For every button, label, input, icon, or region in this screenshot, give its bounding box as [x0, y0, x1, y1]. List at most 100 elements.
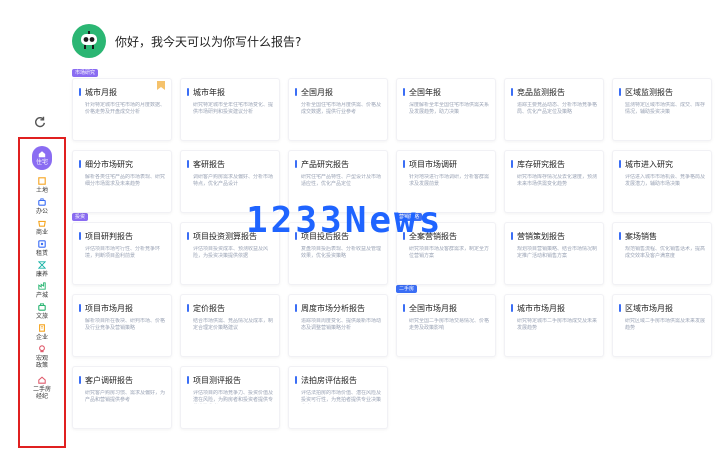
- assistant-avatar: [72, 24, 106, 58]
- report-card[interactable]: 全国市场月报 研究全国二手房市场交易情况、价格走势及政策影响: [396, 294, 496, 357]
- card-desc: 规范销售流程、优化销售话术，提高成交效率及客户满意度: [625, 246, 705, 259]
- sidebar-item-office[interactable]: 办公: [20, 198, 64, 215]
- report-card[interactable]: 城市市场月报 研究特定城市二手房市场成交及未来发展趋势: [504, 294, 604, 357]
- card-desc: 针对特定城市住宅市场的月度数据、价格走势及开盘成交分析: [85, 102, 165, 115]
- card-desc: 复盘项目投后表现、分析收益及管理效果，优化投资策略: [301, 246, 381, 259]
- home-icon: [38, 151, 46, 158]
- card-desc: 评估项目的市场竞争力、投资价值及潜在风险，为购房者和投资者提供专业决策参考: [193, 390, 273, 403]
- section-tag-second-hand: 二手房: [396, 285, 418, 293]
- card-title: 细分市场研究: [79, 159, 165, 170]
- card-desc: 评估项目投资成本、预测收益及风险，为投资决策提供依据: [193, 246, 269, 259]
- card-desc: 解析项目所在板块、研判市场、价格及行业竞争及营销策略: [85, 318, 165, 331]
- sidebar-item-macro-policy[interactable]: 宏观 政策: [20, 345, 64, 369]
- sidebar-item-label: 住宅: [35, 159, 48, 166]
- card-desc: 追踪主要竞品动态、分析市场竞争格局、优化产品定位及策略: [517, 102, 597, 115]
- report-card[interactable]: 全国月报 分析全国住宅市场月度供需、价格及成交数据，提供行业参考: [288, 78, 388, 141]
- sidebar-item-industry-city[interactable]: 产城: [20, 282, 64, 299]
- sidebar-item-label: 办公: [35, 208, 48, 215]
- card-title: 城市年报: [187, 87, 273, 98]
- card-desc: 研究项目市场及客群需求，制定全方位营销方案: [409, 246, 489, 259]
- sidebar-item-land[interactable]: 土地: [20, 177, 64, 194]
- commerce-icon: [38, 220, 46, 227]
- sidebar-item-label: 商业: [35, 229, 48, 236]
- sidebar-item-label: 企业: [35, 334, 48, 341]
- card-title: 库存研究报告: [511, 159, 597, 170]
- card-title: 周度市场分析报告: [295, 303, 381, 314]
- report-card[interactable]: 周度市场分析报告 追踪项目周度变化、提供最新市场动态及调整营销策略分析: [288, 294, 388, 357]
- report-card-city-monthly[interactable]: 城市月报 针对特定城市住宅市场的月度数据、价格走势及开盘成交分析: [72, 78, 172, 141]
- card-title: 全国月报: [295, 87, 381, 98]
- card-desc: 研究区域二手房市场供需及未来发展趋势: [625, 318, 705, 331]
- category-sidebar: 住宅 土地 办公 商业 租赁 康养 产城 文旅 企业 宏观 政策 二手房 经纪: [18, 137, 66, 448]
- greeting-text: 你好，我今天可以为你写什么报告?: [115, 35, 302, 49]
- report-card[interactable]: 细分市场研究 解析各类住宅产品的市场表现、研究细分市场需求及未来趋势: [72, 150, 172, 213]
- card-desc: 规划项目营销策略、结合市场情况制定推广活动和销售方案: [517, 246, 597, 259]
- office-icon: [38, 198, 46, 206]
- report-card[interactable]: 库存研究报告 研究市场库存情况及去化速度，预测未来市场供需变化趋势: [504, 150, 604, 213]
- report-card[interactable]: 全国年报 深度解析全年全国住宅市场供需关系及发展趋势，助力决策: [396, 78, 496, 141]
- sidebar-item-commerce[interactable]: 商业: [20, 219, 64, 236]
- sidebar-item-care[interactable]: 康养: [20, 261, 64, 278]
- card-title: 法拍房评估报告: [295, 375, 381, 386]
- report-card[interactable]: 区域市场月报 研究区域二手房市场供需及未来发展趋势: [612, 294, 712, 357]
- sidebar-item-label: 宏观 政策: [35, 355, 48, 369]
- card-desc: 调研客户购房需求及偏好、分析市场特点，优化产品设计: [193, 174, 273, 187]
- card-desc: 研究特定城市二手房市场成交及未来发展趋势: [517, 318, 597, 331]
- sidebar-item-label: 文旅: [35, 313, 48, 320]
- card-title: 项目市场调研: [403, 159, 489, 170]
- sidebar-item-label: 二手房 经纪: [32, 386, 51, 400]
- report-card[interactable]: 客户调研报告 研究客户购房习惯、需求及偏好，为产品和营销提供参考: [72, 366, 172, 429]
- report-card[interactable]: 项目研判报告 评估项目市场可行性、分析竞争环境，判断项目盈利前景: [72, 222, 172, 285]
- card-title: 城市市场月报: [511, 303, 597, 314]
- report-card[interactable]: 区域监测报告 监测特定区域市场供需、成交、库存情况，辅助投资决策: [612, 78, 712, 141]
- card-desc: 解析各类住宅产品的市场表现、研究细分市场需求及未来趋势: [85, 174, 165, 187]
- report-card[interactable]: 定价报告 结合市场供需、竞品情况及成本，制定合理定价策略建议: [180, 294, 280, 357]
- land-icon: [38, 177, 46, 185]
- sidebar-item-second-hand[interactable]: 二手房 经纪: [20, 376, 64, 400]
- robot-icon: [81, 31, 97, 49]
- sidebar-item-label: 产城: [35, 292, 48, 299]
- card-desc: 评估项目市场可行性、分析竞争环境，判断项目盈利前景: [85, 246, 161, 259]
- card-title: 项目研判报告: [79, 231, 165, 242]
- report-card[interactable]: 城市年报 研究特定城市全年住宅市场变化、提供市场研判和投资建议分析: [180, 78, 280, 141]
- report-card[interactable]: 项目测评报告 评估项目的市场竞争力、投资价值及潜在风险，为购房者和投资者提供专业…: [180, 366, 280, 429]
- card-desc: 研究全国二手房市场交易情况、价格走势及政策影响: [409, 318, 489, 331]
- card-title: 区域监测报告: [619, 87, 705, 98]
- card-desc: 研究客户购房习惯、需求及偏好，为产品和营销提供参考: [85, 390, 165, 403]
- report-card[interactable]: 竞品监测报告 追踪主要竞品动态、分析市场竞争格局、优化产品定位及策略: [504, 78, 604, 141]
- section-tag-invest: 投资: [72, 213, 89, 221]
- card-desc: 分析全国住宅市场月度供需、价格及成交数据，提供行业参考: [301, 102, 381, 115]
- card-desc: 研究住宅产品特性、户型设计及市场适应性，优化产品定位: [301, 174, 381, 187]
- macro-policy-icon: [39, 345, 45, 353]
- rent-icon: [38, 240, 46, 248]
- card-desc: 研究市场库存情况及去化速度，预测未来市场供需变化趋势: [517, 174, 597, 187]
- sidebar-item-enterprise[interactable]: 企业: [20, 324, 64, 341]
- card-title: 城市月报: [79, 87, 165, 98]
- industry-city-icon: [38, 282, 46, 290]
- card-desc: 评估进入城市市场机会、竞争格局及发展潜力，辅助市场决策: [625, 174, 705, 187]
- card-title: 产品研究报告: [295, 159, 381, 170]
- sidebar-item-rent[interactable]: 租赁: [20, 240, 64, 257]
- card-title: 项目市场月报: [79, 303, 165, 314]
- card-title: 全国市场月报: [403, 303, 489, 314]
- culture-tourism-icon: [38, 303, 46, 311]
- card-desc: 结合市场供需、竞品情况及成本，制定合理定价策略建议: [193, 318, 273, 331]
- section-tag-market: 市场研究: [72, 69, 99, 77]
- refresh-icon[interactable]: [33, 115, 47, 129]
- card-desc: 评估法拍房的市场价值、潜在风险及投资可行性，为竞拍者提供专业决策参考: [301, 390, 381, 403]
- enterprise-icon: [39, 324, 45, 332]
- sidebar-item-label: 土地: [35, 187, 48, 194]
- card-desc: 研究特定城市全年住宅市场变化、提供市场研判和投资建议分析: [193, 102, 273, 115]
- card-desc: 追踪项目周度变化、提供最新市场动态及调整营销策略分析: [301, 318, 381, 331]
- report-card[interactable]: 项目市场月报 解析项目所在板块、研判市场、价格及行业竞争及营销策略: [72, 294, 172, 357]
- sidebar-item-residential[interactable]: 住宅: [20, 146, 64, 170]
- sidebar-item-culture-tourism[interactable]: 文旅: [20, 303, 64, 320]
- report-card[interactable]: 案场销售 规范销售流程、优化销售话术，提高成交效率及客户满意度: [612, 222, 712, 285]
- report-card[interactable]: 城市进入研究 评估进入城市市场机会、竞争格局及发展潜力，辅助市场决策: [612, 150, 712, 213]
- report-card[interactable]: 法拍房评估报告 评估法拍房的市场价值、潜在风险及投资可行性，为竞拍者提供专业决策…: [288, 366, 388, 429]
- care-icon: [38, 261, 46, 269]
- second-hand-icon: [38, 376, 46, 384]
- report-card[interactable]: 营销策划报告 规划项目营销策略、结合市场情况制定推广活动和销售方案: [504, 222, 604, 285]
- card-title: 竞品监测报告: [511, 87, 597, 98]
- sidebar-item-label: 租赁: [35, 250, 48, 257]
